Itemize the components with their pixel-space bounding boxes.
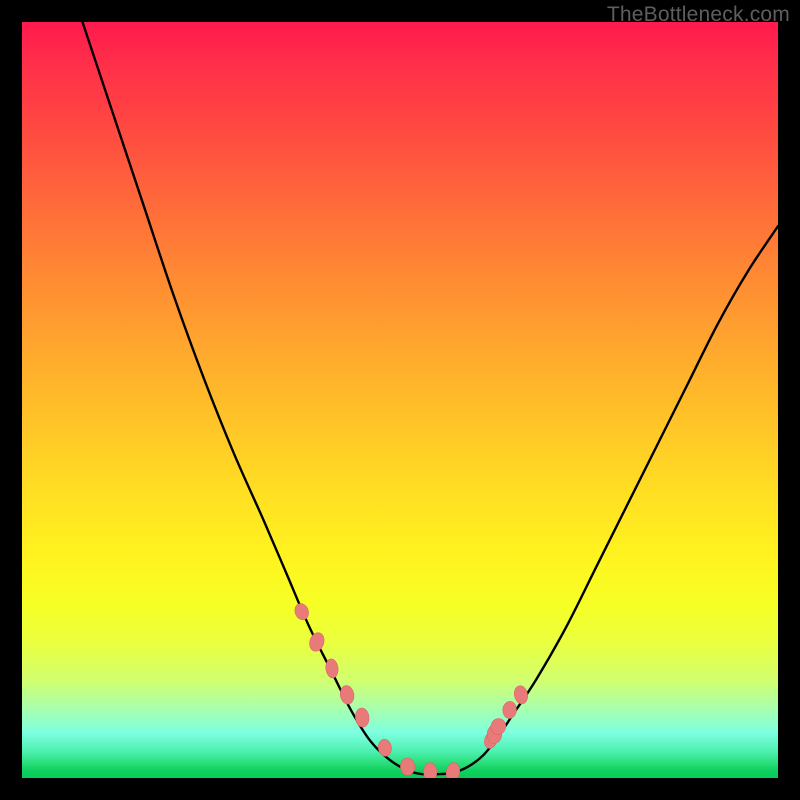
marker-dot <box>307 631 326 653</box>
marker-group <box>293 602 530 778</box>
marker-dot <box>339 684 356 705</box>
marker-dot <box>444 761 461 778</box>
chart-svg <box>22 22 778 778</box>
marker-dot <box>400 758 415 776</box>
marker-dot <box>377 738 392 757</box>
marker-dot <box>502 701 517 719</box>
marker-dot <box>513 685 529 705</box>
bottleneck-curve <box>82 22 778 775</box>
marker-dot <box>354 707 369 727</box>
marker-dot <box>424 762 437 778</box>
plot-area <box>22 22 778 778</box>
chart-frame: TheBottleneck.com <box>0 0 800 800</box>
marker-dot <box>293 602 311 622</box>
